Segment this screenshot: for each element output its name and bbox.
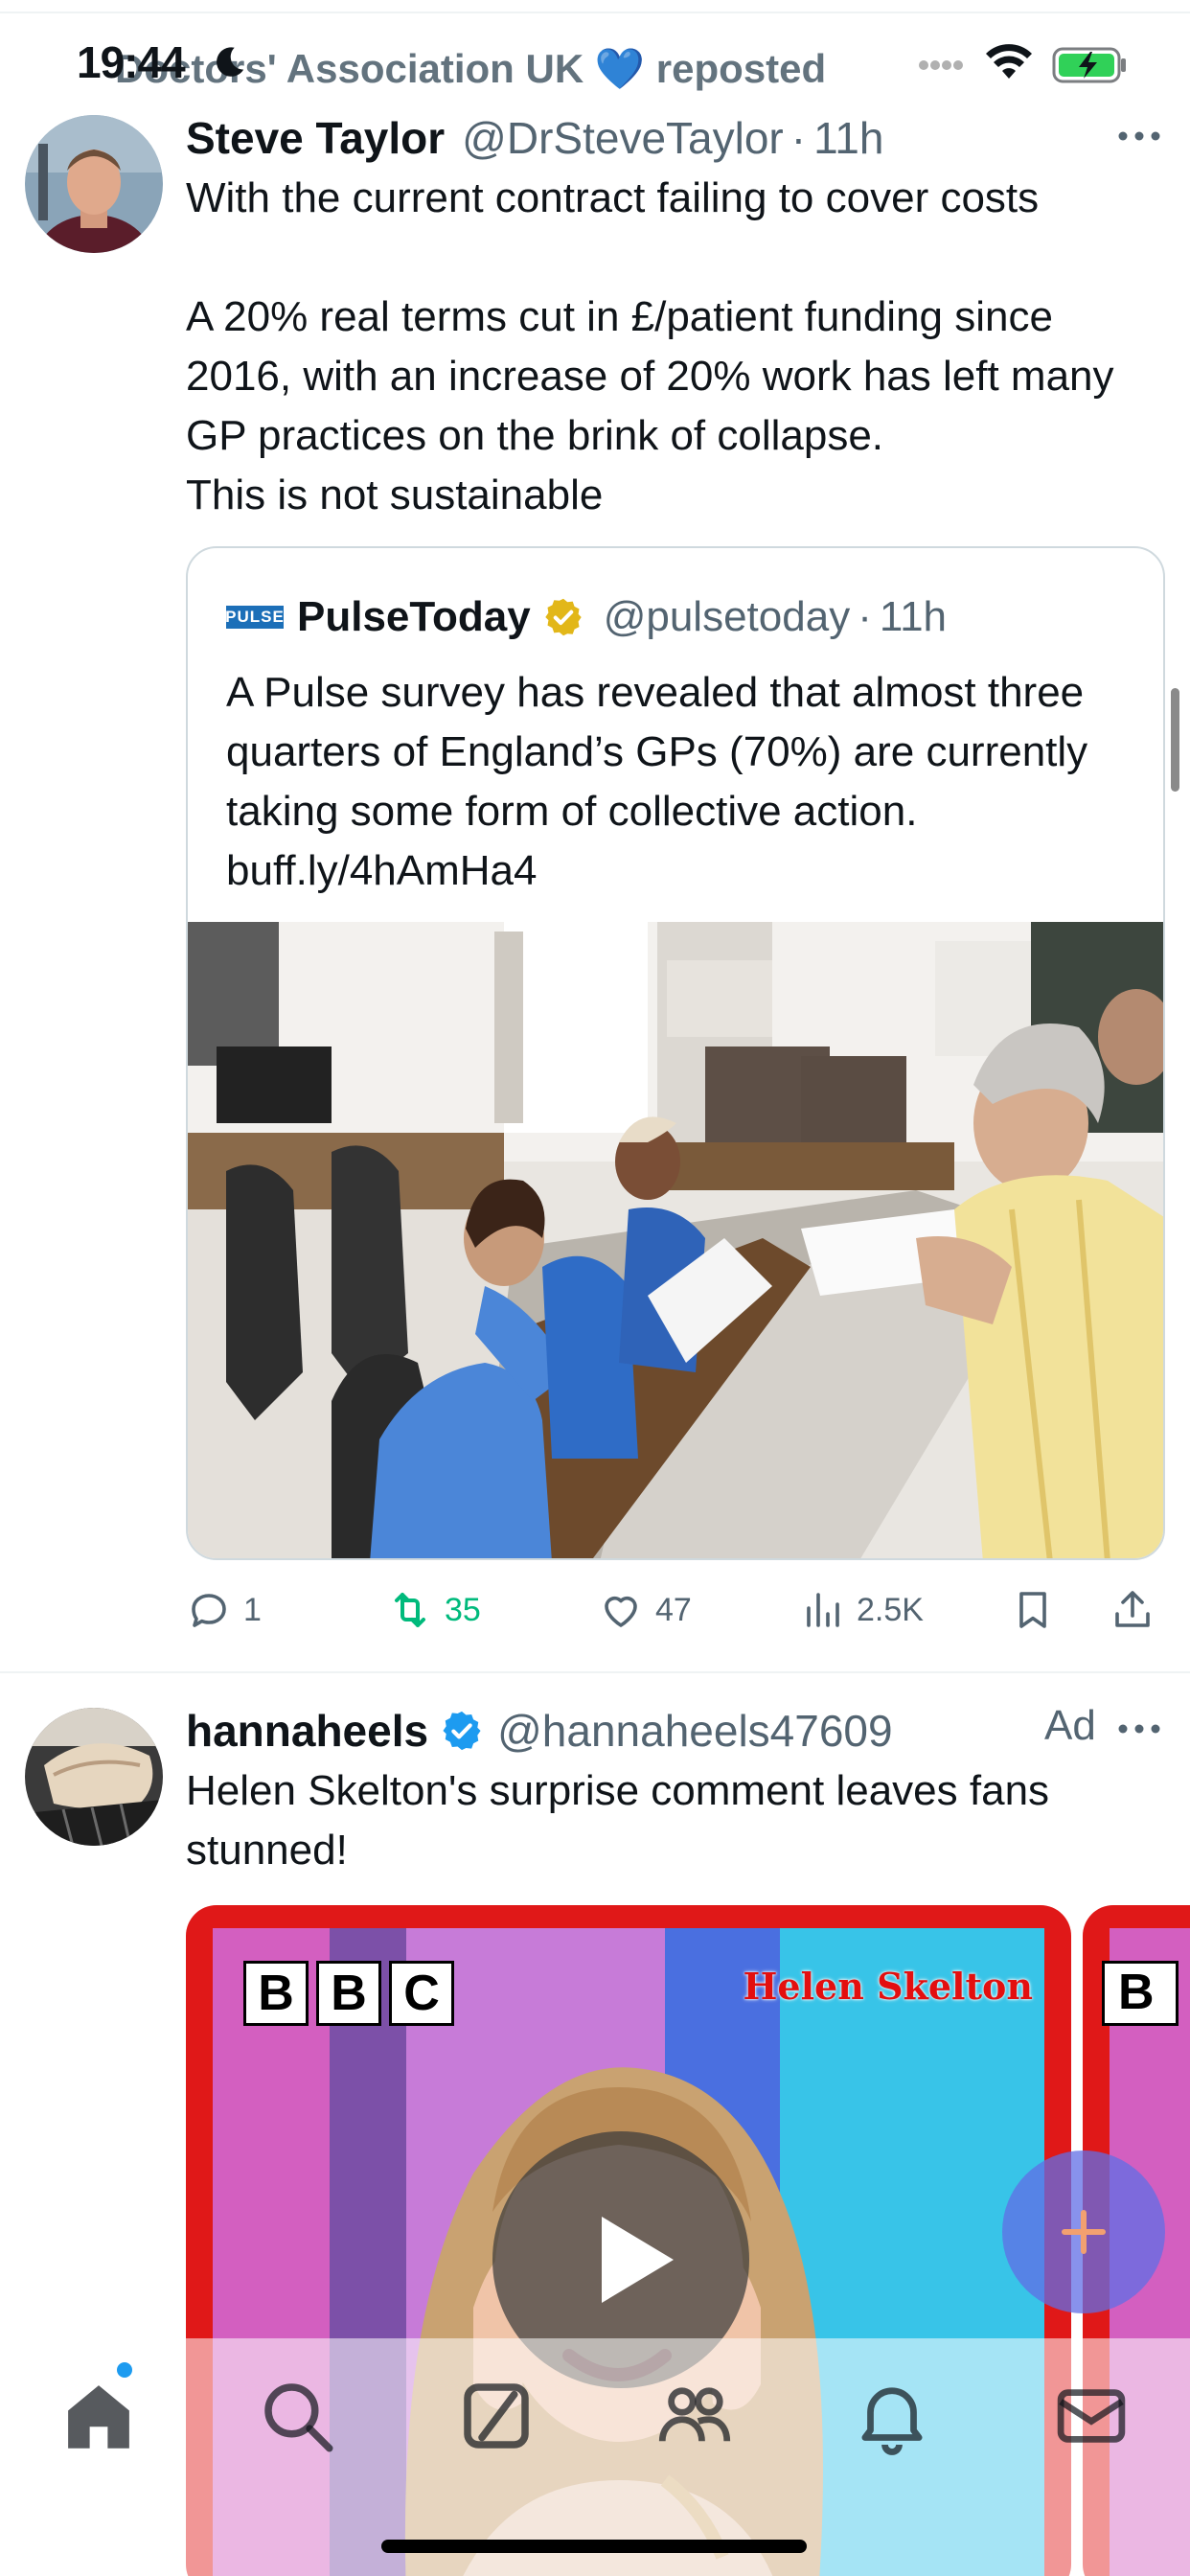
messages-icon — [1057, 2389, 1126, 2443]
like-count: 47 — [655, 1591, 692, 1628]
like-button[interactable]: 47 — [598, 1581, 692, 1639]
home-new-posts-dot — [117, 2362, 132, 2378]
tweet-steve-taylor[interactable]: Steve Taylor @DrSteveTaylor · 11h With t… — [0, 0, 1190, 1671]
reply-button[interactable]: 1 — [186, 1581, 262, 1639]
search-icon — [264, 2383, 333, 2452]
tweet-header: Steve Taylor @DrSteveTaylor · 11h — [186, 111, 883, 165]
bbc-logo: B B C — [243, 1961, 454, 2026]
more-options-icon[interactable] — [1115, 1719, 1163, 1738]
author-name[interactable]: Steve Taylor — [186, 112, 445, 164]
avatar[interactable] — [25, 1708, 163, 1846]
separator-dot: · — [790, 113, 807, 163]
retweet-button[interactable]: 35 — [387, 1581, 481, 1639]
tab-home[interactable] — [56, 2373, 142, 2459]
reply-icon — [192, 1594, 226, 1627]
avatar[interactable] — [25, 115, 163, 253]
author-handle[interactable]: @DrSteveTaylor — [462, 112, 784, 164]
separator-dot: · — [858, 593, 872, 640]
tweet-text: Helen Skelton's surprise comment leaves … — [186, 1767, 1050, 1874]
status-time: 19:44 — [77, 37, 186, 87]
bookmark-icon — [1019, 1592, 1046, 1628]
bookmark-button[interactable] — [1010, 1581, 1067, 1639]
tab-notifications[interactable] — [849, 2373, 935, 2459]
bbc-letter: B — [1102, 1961, 1179, 2026]
views-button[interactable]: 2.5K — [799, 1581, 924, 1639]
author-handle[interactable]: @hannaheels47609 — [497, 1705, 893, 1757]
tweet-header: hannaheels @hannaheels47609 — [186, 1704, 893, 1758]
views-icon — [807, 1593, 839, 1627]
play-icon — [602, 2217, 674, 2303]
quote-photo-gp-reception[interactable] — [188, 922, 1165, 1560]
quote-time[interactable]: 11h — [880, 593, 947, 641]
author-name[interactable]: hannaheels — [186, 1705, 428, 1757]
quote-text: A Pulse survey has revealed that almost … — [226, 669, 1088, 894]
tweet-time[interactable]: 11h — [813, 112, 883, 164]
compose-button[interactable] — [1002, 2150, 1165, 2313]
moon-icon — [217, 47, 244, 77]
retweet-icon — [395, 1593, 425, 1627]
plus-icon — [1062, 2210, 1106, 2254]
share-button[interactable] — [1110, 1581, 1167, 1639]
communities-icon — [658, 2387, 731, 2442]
retweet-count: 35 — [445, 1591, 481, 1628]
bbc-letter: B — [243, 1961, 309, 2026]
bbc-letter: B — [316, 1961, 381, 2026]
bbc-letter: C — [389, 1961, 454, 2026]
video-caption-name: Helen Skelton — [743, 1965, 1033, 2008]
verified-gold-badge-icon — [545, 598, 582, 636]
views-count: 2.5K — [857, 1591, 924, 1628]
quote-header: PULSE PulseToday @pulsetoday · 11h — [225, 590, 947, 644]
verified-badge-icon — [443, 1711, 481, 1751]
grok-icon — [464, 2383, 529, 2449]
tweet-text: With the current contract failing to cov… — [186, 174, 1114, 518]
tab-messages[interactable] — [1048, 2373, 1134, 2459]
tweet-actions: 1 35 47 2.5K — [186, 1581, 1165, 1639]
quote-author-name[interactable]: PulseToday — [297, 593, 531, 641]
tab-communities[interactable] — [652, 2373, 738, 2459]
ad-label: Ad — [1044, 1702, 1096, 1749]
more-options-icon[interactable] — [1115, 126, 1163, 146]
home-indicator[interactable] — [381, 2540, 807, 2553]
quoted-tweet-card[interactable]: PULSE PulseToday @pulsetoday · 11h A Pul… — [186, 546, 1165, 1560]
notifications-icon — [861, 2387, 923, 2455]
tab-search[interactable] — [254, 2373, 340, 2459]
like-icon — [605, 1596, 637, 1627]
pulse-logo: PULSE — [225, 606, 284, 629]
home-icon — [68, 2385, 129, 2449]
tab-grok[interactable] — [453, 2373, 539, 2459]
quote-author-handle[interactable]: @pulsetoday — [604, 593, 851, 641]
reply-count: 1 — [243, 1591, 262, 1628]
share-icon — [1115, 1591, 1150, 1627]
